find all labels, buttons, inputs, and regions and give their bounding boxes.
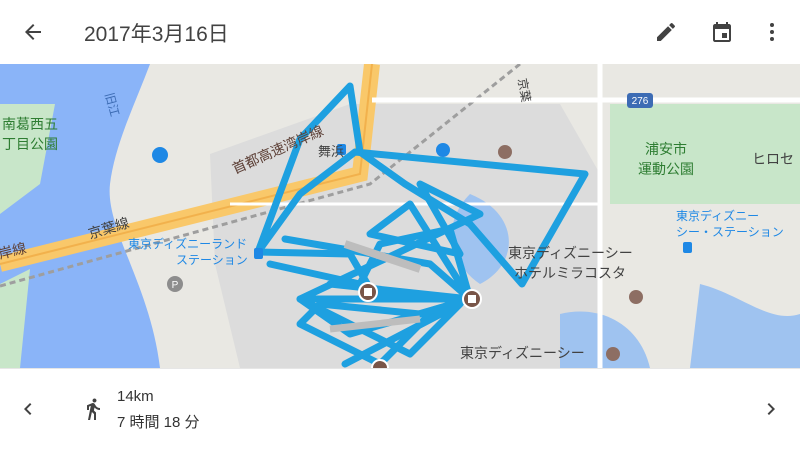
more-options-button[interactable] (752, 12, 792, 52)
label-hotel-miracosta: 東京ディズニーシー (508, 245, 633, 261)
label-hotel-miracosta-2: ホテルミラコスタ (514, 265, 626, 281)
svg-text:P: P (172, 280, 179, 291)
arrow-back-icon (25, 24, 41, 40)
hotel-icon[interactable] (498, 145, 512, 159)
next-day-button[interactable] (751, 389, 791, 429)
label-disneysea: 東京ディズニーシー (460, 345, 585, 361)
label-disneyland-station: 東京ディズニーランド (128, 236, 247, 251)
label-park: 丁目公園 (2, 136, 58, 152)
duration-value: 7 時間 18 分 (117, 414, 200, 431)
stay-marker[interactable] (462, 289, 482, 309)
station-icon[interactable] (254, 248, 263, 259)
chevron-right-icon (767, 403, 775, 415)
label-sea-station: 東京ディズニー (676, 208, 759, 223)
parking-icon[interactable]: P (167, 276, 183, 292)
route-276-shield: 276 (627, 93, 653, 108)
walking-icon (87, 398, 100, 420)
label-minamikasai: 南葛西五 (2, 116, 58, 132)
label-hirose: ヒロセ (752, 151, 794, 167)
distance-value: 14km (117, 388, 154, 405)
timeline-map[interactable]: 276 P 南葛西五 丁目公園 旧江 首都高速湾岸線 京葉線 京葉 岸線 舞浜 … (0, 64, 800, 368)
chevron-left-icon (24, 403, 32, 415)
edit-button[interactable] (646, 12, 686, 52)
map-canvas[interactable]: 276 P 南葛西五 丁目公園 旧江 首都高速湾岸線 京葉線 京葉 岸線 舞浜 … (0, 64, 800, 368)
label-disneyland-station-2: ステーション (176, 253, 248, 267)
hotel-icon[interactable] (629, 290, 643, 304)
label-sea-station-2: シー・ステーション (676, 225, 784, 239)
attraction-icon[interactable] (606, 347, 620, 361)
page-title: 2017年3月16日 (84, 23, 229, 46)
stay-marker[interactable] (371, 359, 389, 368)
label-urayasu-park-2: 運動公園 (638, 161, 694, 177)
svg-text:276: 276 (632, 96, 649, 107)
pencil-icon (657, 22, 675, 41)
label-urayasu-park: 浦安市 (645, 141, 687, 157)
summary-bar (0, 368, 800, 452)
app-bar: 2017年3月16日 (0, 0, 800, 65)
walking-activity (73, 389, 113, 429)
calendar-button[interactable] (702, 12, 742, 52)
label-maihama: 舞浜 (318, 144, 344, 159)
stay-marker[interactable] (358, 282, 378, 302)
back-button[interactable] (13, 12, 53, 52)
station-icon[interactable] (683, 242, 692, 253)
calendar-icon (713, 22, 731, 42)
attraction-icon[interactable] (436, 143, 450, 157)
previous-day-button[interactable] (8, 389, 48, 429)
more-vert-icon (770, 23, 774, 41)
gas-station-icon[interactable] (152, 147, 168, 163)
